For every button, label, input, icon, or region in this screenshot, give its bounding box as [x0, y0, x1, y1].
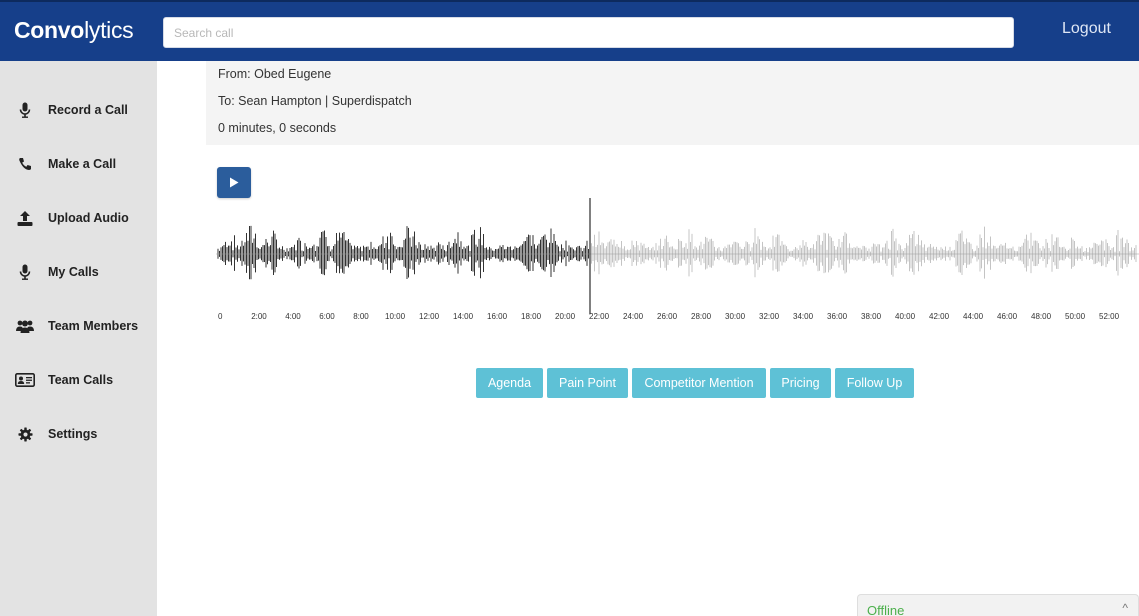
timeline-tick-label: 32:00	[759, 312, 780, 321]
timeline-tick-label: 26:00	[657, 312, 678, 321]
timeline-tick-label: 14:00	[453, 312, 474, 321]
timeline-tick-label: 40:00	[895, 312, 916, 321]
gear-icon	[15, 424, 35, 444]
timeline-tick-label: 28:00	[691, 312, 712, 321]
brand-logo[interactable]: Convolytics	[14, 17, 134, 44]
timeline-tick-label: 34:00	[793, 312, 814, 321]
tag-button-follow-up[interactable]: Follow Up	[835, 368, 914, 398]
sidebar-item-upload-audio[interactable]: Upload Audio	[0, 203, 157, 233]
timeline-tick-label: 20:00	[555, 312, 576, 321]
sidebar-item-record-a-call[interactable]: Record a Call	[0, 95, 157, 125]
call-duration: 0 minutes, 0 seconds	[218, 121, 337, 135]
call-from: From: Obed Eugene	[218, 67, 332, 81]
tag-button-competitor-mention[interactable]: Competitor Mention	[632, 368, 766, 398]
tag-button-pricing[interactable]: Pricing	[770, 368, 831, 398]
play-button[interactable]	[217, 167, 251, 198]
status-label: Offline	[867, 603, 905, 616]
sidebar: Record a Call Make a Call Upload Audio M…	[0, 61, 157, 616]
timeline-tick-label: 6:00	[319, 312, 335, 321]
timeline-tick-label: 42:00	[929, 312, 950, 321]
sidebar-item-label: Record a Call	[48, 103, 128, 117]
microphone-icon	[15, 100, 35, 120]
upload-icon	[15, 208, 35, 228]
chevron-up-icon[interactable]: ^	[1122, 601, 1128, 615]
sidebar-item-settings[interactable]: Settings	[0, 419, 157, 449]
timeline-tick-label: 46:00	[997, 312, 1018, 321]
timeline-tick-label: 50:00	[1065, 312, 1086, 321]
timeline-tick-label: 4:00	[285, 312, 301, 321]
sidebar-item-label: My Calls	[48, 265, 99, 279]
users-icon	[15, 316, 35, 336]
audio-waveform[interactable]	[216, 196, 1139, 316]
timeline-tick-label: 44:00	[963, 312, 984, 321]
sidebar-item-my-calls[interactable]: My Calls	[0, 257, 157, 287]
sidebar-item-label: Team Members	[48, 319, 139, 333]
call-details-panel: From: Obed Eugene To: Sean Hampton | Sup…	[206, 61, 1139, 145]
sidebar-item-make-a-call[interactable]: Make a Call	[0, 149, 157, 179]
sidebar-item-label: Team Calls	[48, 373, 114, 387]
timeline-tick-label: 16:00	[487, 312, 508, 321]
timeline-tick-label: 48:00	[1031, 312, 1052, 321]
sidebar-item-team-members[interactable]: Team Members	[0, 311, 157, 341]
sidebar-item-team-calls[interactable]: Team Calls	[0, 365, 157, 395]
timeline-tick-label: 10:00	[385, 312, 406, 321]
call-to: To: Sean Hampton | Superdispatch	[218, 94, 412, 108]
timeline-tick-label: 36:00	[827, 312, 848, 321]
sidebar-item-label: Settings	[48, 427, 98, 441]
phone-icon	[15, 154, 35, 174]
timeline-tick-label: 30:00	[725, 312, 746, 321]
timeline-tick-label: 2:00	[251, 312, 267, 321]
timeline-ticks: 0 2:00 4:00 6:00 8:00 10:00 12:00 14:00 16:00 18:…	[216, 312, 1139, 326]
timeline-tick-label: 12:00	[419, 312, 440, 321]
id-card-icon	[15, 370, 35, 390]
microphone-icon	[15, 262, 35, 282]
timeline-tick-label: 38:00	[861, 312, 882, 321]
search-input[interactable]	[163, 17, 1014, 48]
timeline-tick-label: 22:00	[589, 312, 610, 321]
status-widget[interactable]: Offline ^	[857, 594, 1139, 616]
logout-link[interactable]: Logout	[1062, 20, 1111, 38]
timeline-tick-label: 0	[218, 312, 223, 321]
timeline-tick-label: 8:00	[353, 312, 369, 321]
timeline-tick-label: 18:00	[521, 312, 542, 321]
tag-button-agenda[interactable]: Agenda	[476, 368, 543, 398]
sidebar-item-label: Make a Call	[48, 157, 117, 171]
timeline-tick-label: 52:00	[1099, 312, 1120, 321]
timeline-tick-label: 24:00	[623, 312, 644, 321]
sidebar-item-label: Upload Audio	[48, 211, 129, 225]
play-icon	[230, 177, 239, 188]
tag-button-pain-point[interactable]: Pain Point	[547, 368, 628, 398]
top-navbar: Convolytics Logout	[0, 0, 1139, 61]
